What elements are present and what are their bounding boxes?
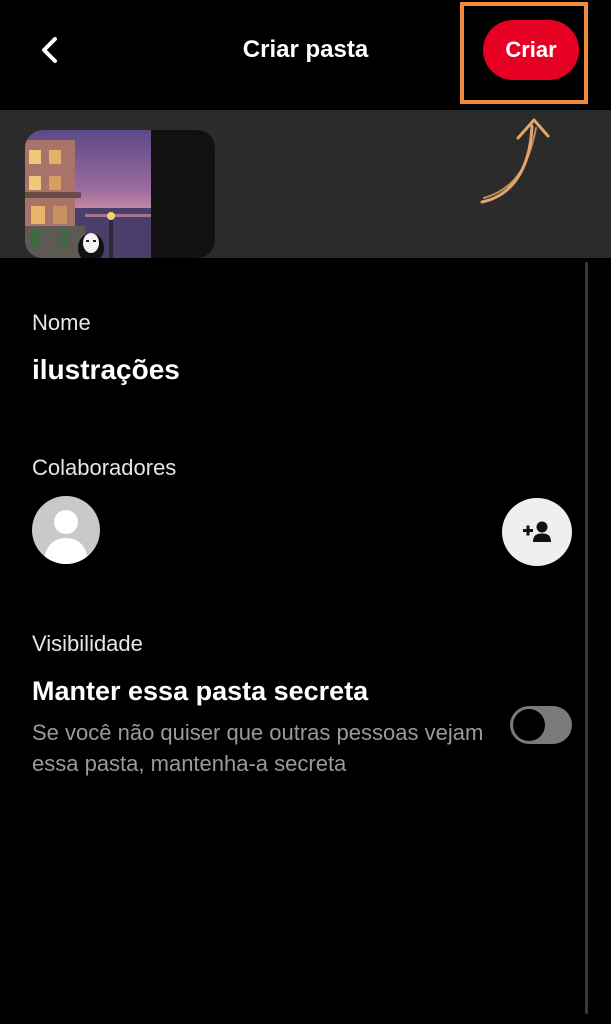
name-label: Nome <box>32 310 91 335</box>
cover-card[interactable] <box>25 130 215 258</box>
create-button[interactable]: Criar <box>483 20 579 80</box>
scrollbar[interactable] <box>585 262 588 1014</box>
name-field[interactable]: ilustrações <box>32 354 180 386</box>
secret-description: Se você não quiser que outras pessoas ve… <box>32 720 484 776</box>
toggle-knob <box>513 709 545 741</box>
secret-toggle[interactable] <box>510 706 572 744</box>
add-person-icon <box>523 521 551 542</box>
visibility-label: Visibilidade <box>32 631 143 656</box>
avatar[interactable] <box>32 496 100 564</box>
arrow-annotation <box>480 118 550 204</box>
add-collaborator-button[interactable] <box>502 498 572 566</box>
secret-title: Manter essa pasta secreta <box>32 676 369 706</box>
cover-pin-image <box>25 130 151 258</box>
collaborators-label: Colaboradores <box>32 455 177 480</box>
top-bar: Criar pasta Criar <box>0 0 611 110</box>
user-silhouette-icon <box>44 510 88 564</box>
